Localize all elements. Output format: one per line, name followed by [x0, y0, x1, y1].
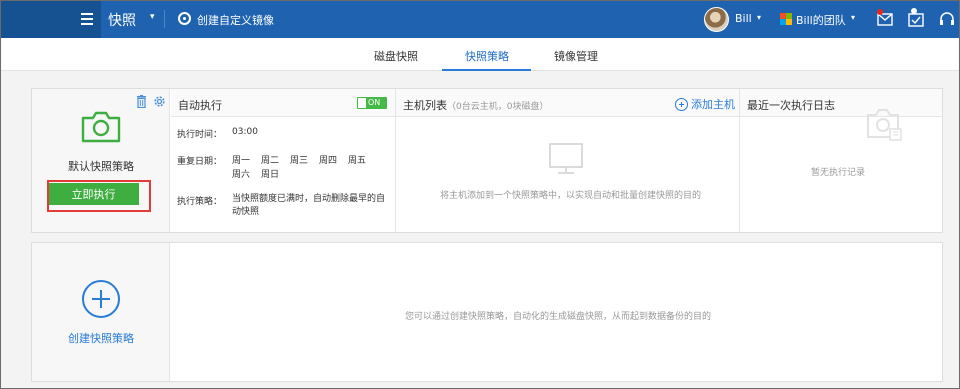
monitor-icon: [549, 143, 583, 174]
create-image-icon[interactable]: [178, 12, 191, 25]
add-circle-icon[interactable]: [82, 280, 120, 318]
policy-card: 默认快照策略 立即执行 自动执行 ON 执行时间： 03:00 重复日期： 周一…: [31, 88, 943, 233]
create-policy-label[interactable]: 创建快照策略: [32, 330, 170, 346]
auto-exec-title: 自动执行: [178, 99, 222, 112]
plus-circle-icon: [675, 97, 688, 111]
tab-bar: 磁盘快照 快照策略 镜像管理: [1, 38, 959, 71]
day-item: 周四: [319, 156, 338, 166]
tab-snapshot-policy[interactable]: 快照策略: [465, 48, 509, 64]
policy-name: 默认快照策略: [68, 160, 134, 173]
create-policy-hint: 您可以通过创建快照策略，自动化的生成磁盘快照，从而起到数据备份的目的: [405, 312, 712, 322]
day-item: 周二: [261, 156, 280, 166]
exec-log-empty: 暂无执行记录: [811, 168, 866, 178]
exec-time-label: 执行时间：: [177, 130, 223, 140]
exec-log-header: 最近一次执行日志: [740, 89, 942, 117]
host-list-label: 主机列表: [403, 99, 447, 112]
product-switcher[interactable]: 快照: [108, 10, 136, 30]
app-window: 快照 ▾ 创建自定义镜像 Bill ▾ Bill的团队 ▾ 磁盘快照 快照策略 …: [0, 0, 960, 389]
divider: [164, 10, 165, 28]
exec-strategy-value: 当快照额度已满时，自动删除最早的自动快照: [232, 194, 386, 217]
trash-icon[interactable]: [136, 95, 147, 108]
add-host-label: 添加主机: [691, 98, 735, 111]
menu-icon: [81, 13, 93, 25]
create-image-link[interactable]: 创建自定义镜像: [197, 12, 274, 28]
exec-log-title: 最近一次执行日志: [747, 99, 835, 112]
repeat-days-list: 周一 周二 周三 周四 周五 周六 周日: [232, 153, 377, 180]
toggle-knob: [358, 98, 366, 108]
policy-summary: 默认快照策略 立即执行: [32, 89, 170, 232]
day-item: 周日: [261, 170, 280, 180]
support-headset-icon[interactable]: [938, 10, 956, 28]
host-list-count: （0台云主机，0块磁盘）: [447, 102, 549, 112]
camera-watermark-icon: [867, 109, 902, 141]
avatar[interactable]: [704, 7, 729, 32]
chevron-down-icon[interactable]: ▾: [150, 12, 155, 22]
chevron-down-icon[interactable]: ▾: [757, 13, 761, 22]
chevron-down-icon[interactable]: ▾: [851, 13, 855, 22]
task-indicator: [911, 8, 917, 14]
add-host-button[interactable]: 添加主机: [675, 96, 735, 112]
day-item: 周六: [232, 170, 251, 180]
toggle-label: ON: [368, 98, 381, 107]
day-item: 周一: [232, 156, 251, 166]
day-item: 周五: [348, 156, 367, 166]
gear-icon[interactable]: [153, 95, 166, 108]
exec-time-value: 03:00: [232, 127, 258, 137]
team-logo-icon: [780, 13, 792, 25]
host-list-title: 主机列表（0台云主机，0块磁盘）: [403, 97, 548, 113]
exec-strategy-label: 执行策略：: [177, 197, 223, 207]
create-policy-button[interactable]: 创建快照策略: [32, 243, 170, 381]
menu-button[interactable]: [1, 1, 101, 38]
top-navbar: 快照 ▾ 创建自定义镜像 Bill ▾ Bill的团队 ▾: [1, 1, 959, 38]
tab-disk-snapshot[interactable]: 磁盘快照: [374, 48, 418, 64]
auto-exec-toggle[interactable]: ON: [357, 97, 387, 109]
tab-image-management[interactable]: 镜像管理: [554, 48, 598, 64]
user-menu[interactable]: Bill: [735, 12, 752, 25]
notification-dot: [877, 9, 883, 15]
day-item: 周三: [290, 156, 309, 166]
repeat-days-label: 重复日期：: [177, 157, 223, 167]
highlight-box: [47, 180, 151, 212]
host-list-header: 主机列表（0台云主机，0块磁盘） 添加主机: [396, 89, 739, 117]
host-empty-hint: 将主机添加到一个快照策略中，以实现自动和批量创建快照的目的: [440, 191, 702, 201]
create-policy-card: 创建快照策略 您可以通过创建快照策略，自动化的生成磁盘快照，从而起到数据备份的目…: [31, 242, 943, 382]
team-menu[interactable]: Bill的团队: [796, 12, 846, 28]
auto-exec-header: 自动执行 ON: [171, 89, 395, 117]
camera-icon: [81, 111, 121, 143]
active-tab-indicator: [442, 69, 531, 71]
